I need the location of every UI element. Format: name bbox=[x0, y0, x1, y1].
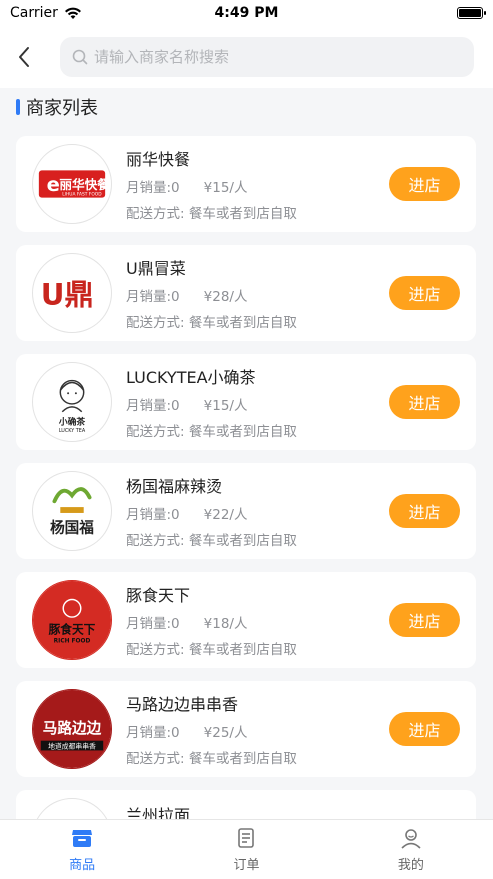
tab-label: 订单 bbox=[233, 858, 260, 873]
svg-text:RICH FOOD: RICH FOOD bbox=[54, 638, 91, 644]
shop-list[interactable]: e 丽华快餐 LIHUA FAST FOOD 丽华快餐 月销量:0 ¥15/人 … bbox=[16, 136, 476, 820]
status-bar: Carrier 4:49 PM bbox=[0, 0, 493, 26]
shop-price: ¥18/人 bbox=[203, 616, 248, 632]
enter-shop-button[interactable]: 进店 bbox=[389, 712, 460, 746]
shop-meta: 月销量:0 ¥28/人 bbox=[126, 285, 297, 305]
shop-meta: 月销量:0 ¥15/人 bbox=[126, 394, 297, 414]
shop-logo: 小确茶 LUCKY TEA bbox=[32, 362, 112, 442]
shop-card[interactable]: 兰州拉面 bbox=[16, 790, 476, 820]
shop-info: LUCKYTEA小确茶 月销量:0 ¥15/人 配送方式: 餐车或者到店自取 bbox=[126, 354, 297, 450]
section-header: 商家列表 bbox=[16, 94, 98, 120]
svg-text:e: e bbox=[47, 173, 60, 196]
shop-name: 杨国福麻辣烫 bbox=[126, 477, 223, 496]
user-icon bbox=[401, 829, 421, 849]
shop-sales: 月销量:0 bbox=[126, 616, 180, 632]
chevron-left-icon bbox=[19, 47, 29, 67]
tab-label: 我的 bbox=[397, 858, 424, 873]
svg-text:LUCKY TEA: LUCKY TEA bbox=[59, 428, 86, 434]
shop-info: 杨国福麻辣烫 月销量:0 ¥22/人 配送方式: 餐车或者到店自取 bbox=[126, 463, 297, 559]
svg-text:地道成都串串香: 地道成都串串香 bbox=[48, 742, 96, 751]
svg-text:杨国福: 杨国福 bbox=[50, 518, 94, 536]
shop-delivery: 配送方式: 餐车或者到店自取 bbox=[126, 315, 297, 331]
shop-card[interactable]: 马路边边 地道成都串串香 马路边边串串香 月销量:0 ¥25/人 配送方式: 餐… bbox=[16, 681, 476, 777]
shop-price: ¥22/人 bbox=[203, 507, 248, 523]
shop-sales: 月销量:0 bbox=[126, 398, 180, 414]
shop-sales: 月销量:0 bbox=[126, 507, 180, 523]
shop-info: U鼎冒菜 月销量:0 ¥28/人 配送方式: 餐车或者到店自取 bbox=[126, 245, 297, 341]
shop-logo: 杨国福 bbox=[32, 471, 112, 551]
shop-card[interactable]: 小确茶 LUCKY TEA LUCKYTEA小确茶 月销量:0 ¥15/人 配送… bbox=[16, 354, 476, 450]
shop-logo: 马路边边 地道成都串串香 bbox=[32, 689, 112, 769]
shop-info: 丽华快餐 月销量:0 ¥15/人 配送方式: 餐车或者到店自取 bbox=[126, 136, 297, 232]
battery-icon bbox=[457, 7, 486, 19]
shop-meta: 月销量:0 ¥25/人 bbox=[126, 721, 297, 741]
enter-shop-button[interactable]: 进店 bbox=[389, 276, 460, 310]
svg-text:丽华快餐: 丽华快餐 bbox=[59, 177, 110, 192]
shop-info: 兰州拉面 bbox=[126, 790, 190, 820]
search-input[interactable] bbox=[94, 48, 454, 66]
shop-card[interactable]: U鼎 U鼎冒菜 月销量:0 ¥28/人 配送方式: 餐车或者到店自取 进店 bbox=[16, 245, 476, 341]
back-button[interactable] bbox=[2, 35, 46, 79]
shop-meta: 月销量:0 ¥15/人 bbox=[126, 176, 297, 196]
shop-sales: 月销量:0 bbox=[126, 289, 180, 305]
header bbox=[0, 26, 493, 88]
shop-card[interactable]: e 丽华快餐 LIHUA FAST FOOD 丽华快餐 月销量:0 ¥15/人 … bbox=[16, 136, 476, 232]
shop-logo bbox=[32, 798, 112, 820]
section-title: 商家列表 bbox=[26, 98, 98, 119]
tab-label: 商品 bbox=[69, 858, 96, 873]
shop-delivery: 配送方式: 餐车或者到店自取 bbox=[126, 206, 297, 222]
search-icon bbox=[72, 49, 88, 65]
shop-delivery: 配送方式: 餐车或者到店自取 bbox=[126, 751, 297, 767]
tab-orders[interactable]: 订单 bbox=[164, 820, 328, 879]
shop-info: 豚食天下 月销量:0 ¥18/人 配送方式: 餐车或者到店自取 bbox=[126, 572, 297, 668]
shop-logo: e 丽华快餐 LIHUA FAST FOOD bbox=[32, 144, 112, 224]
svg-text:U鼎: U鼎 bbox=[41, 278, 94, 312]
shop-delivery: 配送方式: 餐车或者到店自取 bbox=[126, 533, 297, 549]
shop-name: 豚食天下 bbox=[126, 586, 191, 605]
tab-products[interactable]: 商品 bbox=[0, 820, 164, 879]
enter-shop-button[interactable]: 进店 bbox=[389, 603, 460, 637]
enter-shop-button[interactable]: 进店 bbox=[389, 385, 460, 419]
shop-logo: U鼎 bbox=[32, 253, 112, 333]
svg-text:马路边边: 马路边边 bbox=[43, 719, 102, 737]
shop-price: ¥25/人 bbox=[203, 725, 248, 741]
shop-logo: 豚食天下 RICH FOOD bbox=[32, 580, 112, 660]
section-accent-bar bbox=[16, 99, 20, 115]
shop-meta: 月销量:0 ¥18/人 bbox=[126, 612, 297, 632]
svg-text:LIHUA FAST FOOD: LIHUA FAST FOOD bbox=[62, 192, 102, 198]
shop-sales: 月销量:0 bbox=[126, 180, 180, 196]
tab-bar: 商品 订单 我的 bbox=[0, 819, 493, 879]
search-box[interactable] bbox=[60, 37, 474, 77]
clock: 4:49 PM bbox=[214, 5, 279, 21]
shop-icon bbox=[72, 830, 93, 847]
shop-delivery: 配送方式: 餐车或者到店自取 bbox=[126, 424, 297, 440]
svg-text:小确茶: 小确茶 bbox=[58, 415, 86, 427]
shop-name: 丽华快餐 bbox=[126, 150, 191, 169]
order-icon bbox=[238, 828, 255, 848]
shop-price: ¥28/人 bbox=[203, 289, 248, 305]
shop-info: 马路边边串串香 月销量:0 ¥25/人 配送方式: 餐车或者到店自取 bbox=[126, 681, 297, 777]
shop-meta: 月销量:0 ¥22/人 bbox=[126, 503, 297, 523]
enter-shop-button[interactable]: 进店 bbox=[389, 494, 460, 528]
shop-delivery: 配送方式: 餐车或者到店自取 bbox=[126, 642, 297, 658]
shop-card[interactable]: 杨国福 杨国福麻辣烫 月销量:0 ¥22/人 配送方式: 餐车或者到店自取 进店 bbox=[16, 463, 476, 559]
shop-name: 马路边边串串香 bbox=[126, 695, 239, 714]
shop-sales: 月销量:0 bbox=[126, 725, 180, 741]
shop-name: 兰州拉面 bbox=[126, 806, 191, 820]
shop-price: ¥15/人 bbox=[203, 398, 248, 414]
enter-shop-button[interactable]: 进店 bbox=[389, 167, 460, 201]
shop-name: U鼎冒菜 bbox=[126, 259, 186, 278]
tab-mine[interactable]: 我的 bbox=[329, 820, 493, 879]
shop-name: LUCKYTEA小确茶 bbox=[126, 368, 256, 387]
svg-text:豚食天下: 豚食天下 bbox=[49, 623, 96, 637]
shop-price: ¥15/人 bbox=[203, 180, 248, 196]
shop-card[interactable]: 豚食天下 RICH FOOD 豚食天下 月销量:0 ¥18/人 配送方式: 餐车… bbox=[16, 572, 476, 668]
